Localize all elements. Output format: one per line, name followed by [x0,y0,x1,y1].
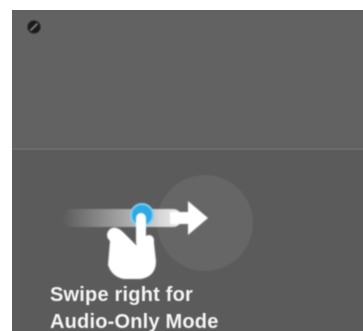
arrow-trail [62,209,182,227]
video-call-screen: Swipe right for Audio-Only Mode [0,0,363,331]
video-area[interactable] [12,10,363,150]
swipe-gesture-illustration [62,175,253,279]
no-video-icon[interactable] [26,19,42,35]
swipe-hint-text: Swipe right for Audio-Only Mode [50,284,219,331]
